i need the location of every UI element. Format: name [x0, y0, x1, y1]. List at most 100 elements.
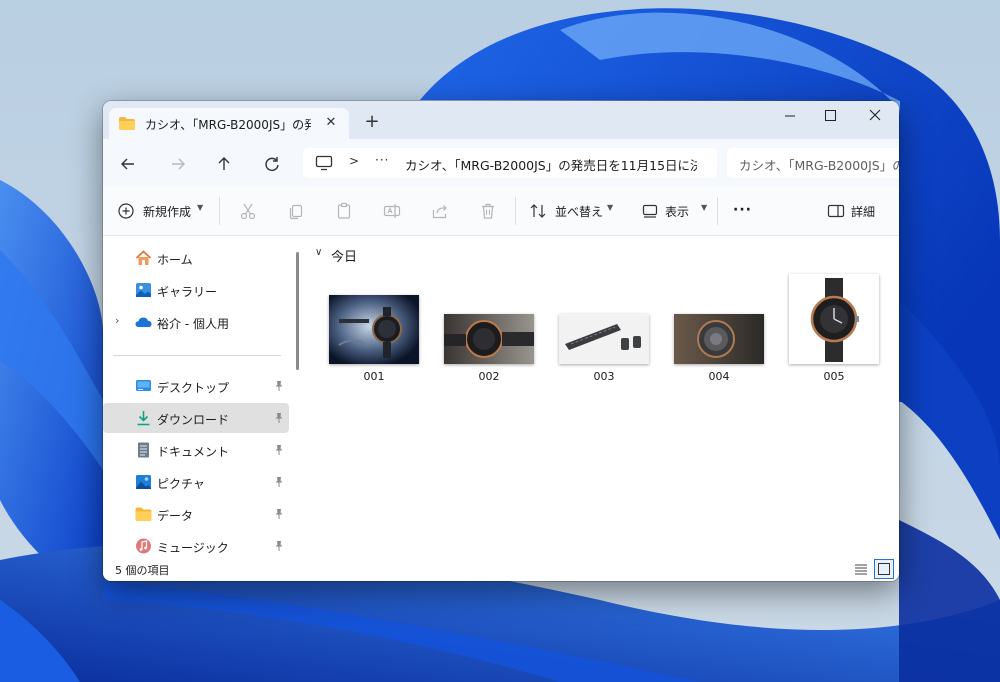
download-icon: [135, 410, 152, 426]
pictures-icon: [135, 474, 152, 490]
sidebar-item-onedrive[interactable]: › 裕介 - 個人用: [103, 307, 289, 337]
document-icon: [135, 442, 152, 458]
sidebar-item-label: ピクチャ: [157, 477, 205, 491]
new-button[interactable]: 新規作成 ▼: [117, 197, 209, 225]
more-options-button[interactable]: ···: [733, 202, 752, 218]
pin-icon[interactable]: [273, 412, 285, 424]
search-input[interactable]: カシオ、「MRG-B2000JS」の発売日: [727, 148, 899, 178]
rename-icon[interactable]: [383, 202, 401, 220]
tile-view-icon: [878, 563, 890, 575]
tab-title: カシオ、「MRG-B2000JS」の発売日: [145, 118, 311, 132]
cloud-icon: [135, 314, 152, 330]
view-button-label: 表示: [665, 205, 690, 219]
back-button[interactable]: [117, 153, 139, 175]
sidebar-item-label: ドキュメント: [157, 445, 230, 459]
address-input[interactable]: > ··· カシオ、「MRG-B2000JS」の発売日を11月15日に決定: [303, 148, 717, 178]
close-window-button[interactable]: [860, 105, 890, 127]
desktop-icon: [135, 378, 152, 394]
chevron-down-icon: ▼: [197, 203, 204, 212]
sort-button[interactable]: 並べ替え ▼: [529, 197, 619, 225]
sort-icon: [529, 202, 547, 220]
new-button-label: 新規作成: [143, 205, 192, 219]
file-thumbnail: [329, 295, 419, 364]
share-icon[interactable]: [431, 202, 449, 220]
sidebar-item-label: 裕介 - 個人用: [157, 317, 229, 331]
search-placeholder: カシオ、「MRG-B2000JS」の発売日: [739, 158, 899, 173]
toolbar-divider: [717, 197, 718, 225]
refresh-icon: [265, 157, 279, 171]
large-icons-view-button[interactable]: [874, 559, 894, 579]
sidebar-item-data[interactable]: データ: [103, 499, 289, 529]
sidebar-scrollbar[interactable]: [296, 252, 299, 370]
forward-button[interactable]: [167, 153, 189, 175]
tab-current-folder[interactable]: カシオ、「MRG-B2000JS」の発売日 ✕: [109, 108, 349, 139]
up-button[interactable]: [213, 153, 235, 175]
sidebar-item-label: ホーム: [157, 253, 193, 267]
computer-icon: [315, 155, 333, 171]
file-thumbnail: [444, 314, 534, 364]
folder-icon: [119, 117, 135, 130]
minimize-button[interactable]: [775, 105, 805, 127]
arrow-left-icon: [121, 158, 134, 170]
chevron-down-icon: ∨: [315, 247, 323, 258]
folder-icon: [135, 506, 152, 522]
file-name: 002: [478, 370, 500, 383]
title-bar: カシオ、「MRG-B2000JS」の発売日 ✕ +: [103, 101, 899, 139]
breadcrumb-separator[interactable]: >: [349, 154, 359, 168]
pin-icon[interactable]: [273, 444, 285, 456]
breadcrumb-current-folder[interactable]: カシオ、「MRG-B2000JS」の発売日を11月15日に決定: [405, 155, 697, 174]
sidebar-item-label: デスクトップ: [157, 381, 230, 395]
paste-icon[interactable]: [335, 202, 353, 220]
list-view-icon: [855, 564, 867, 575]
sidebar-item-label: データ: [157, 509, 194, 523]
file-explorer-window: カシオ、「MRG-B2000JS」の発売日 ✕ +: [103, 101, 899, 581]
address-bar-row: > ··· カシオ、「MRG-B2000JS」の発売日を11月15日に決定 カシ…: [103, 139, 899, 187]
details-pane-button[interactable]: 詳細: [827, 197, 887, 225]
sidebar-item-label: ミュージック: [157, 541, 229, 555]
sidebar-divider: [113, 355, 281, 356]
close-tab-icon[interactable]: ✕: [321, 113, 341, 133]
sidebar-item-label: ギャラリー: [157, 285, 218, 299]
copy-icon[interactable]: [287, 202, 305, 220]
pin-icon[interactable]: [273, 540, 285, 552]
file-thumbnail: [559, 314, 649, 364]
sidebar-item-documents[interactable]: ドキュメント: [103, 435, 289, 465]
pin-icon[interactable]: [273, 476, 285, 488]
sidebar-item-music[interactable]: ミュージック: [103, 531, 289, 561]
refresh-button[interactable]: [261, 153, 283, 175]
details-view-button[interactable]: [851, 559, 871, 579]
file-thumbnail: [789, 274, 879, 364]
pin-icon[interactable]: [273, 380, 285, 392]
maximize-button[interactable]: [815, 105, 845, 127]
toolbar-divider: [219, 197, 220, 225]
file-name: 003: [593, 370, 615, 383]
details-pane-icon: [827, 202, 845, 220]
chevron-down-icon: ▼: [607, 203, 614, 212]
details-pane-label: 詳細: [851, 205, 876, 219]
view-button[interactable]: 表示 ▼: [641, 197, 711, 225]
arrow-right-icon: [172, 158, 185, 170]
sidebar-item-home[interactable]: ホーム: [103, 243, 289, 273]
home-icon: [135, 250, 152, 266]
plus-circle-icon: [117, 202, 135, 220]
sidebar-item-gallery[interactable]: ギャラリー: [103, 275, 289, 305]
file-name: 001: [363, 370, 385, 383]
delete-icon[interactable]: [479, 202, 497, 220]
music-icon: [135, 538, 152, 554]
chevron-right-icon[interactable]: ›: [115, 314, 119, 327]
sidebar-item-downloads[interactable]: ダウンロード: [103, 403, 289, 433]
item-count: 5 個の項目: [115, 564, 170, 577]
sort-button-label: 並べ替え: [555, 205, 604, 219]
new-tab-button[interactable]: +: [361, 111, 383, 133]
navigation-pane: ホーム ギャラリー › 裕介 - 個人用 デスクトップ ダウンロード ドキュメン…: [103, 236, 293, 558]
breadcrumb-more[interactable]: ···: [375, 153, 389, 167]
cut-icon[interactable]: [239, 202, 257, 220]
arrow-up-icon: [218, 157, 230, 170]
sidebar-item-pictures[interactable]: ピクチャ: [103, 467, 289, 497]
sidebar-item-label: ダウンロード: [157, 413, 230, 427]
status-bar: 5 個の項目: [103, 558, 899, 581]
file-view: ∨ 今日 001 002 003 004 005: [303, 236, 899, 558]
pin-icon[interactable]: [273, 508, 285, 520]
sidebar-item-desktop[interactable]: デスクトップ: [103, 371, 289, 401]
group-title: 今日: [331, 250, 358, 265]
